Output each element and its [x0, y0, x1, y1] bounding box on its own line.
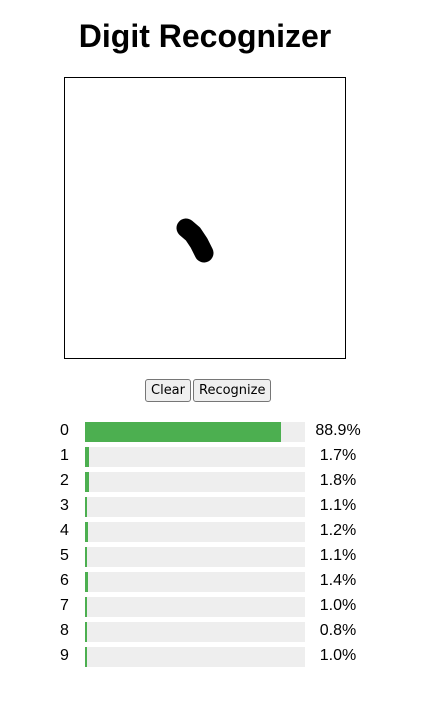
digit-label: 4	[60, 522, 69, 539]
probability-bar-fill	[85, 422, 281, 442]
probability-bar-track	[85, 522, 305, 542]
prediction-row-5: 5 1.1%	[0, 545, 421, 570]
digit-label: 6	[60, 572, 69, 589]
probability-bar-fill	[85, 572, 89, 592]
prediction-row-4: 4 1.2%	[0, 520, 421, 545]
digit-label: 3	[60, 497, 69, 514]
probability-bar-track	[85, 622, 305, 642]
digit-label: 8	[60, 622, 69, 639]
probability-percent: 1.2%	[319, 522, 357, 539]
probability-bar-track	[85, 447, 305, 467]
prediction-row-8: 8 0.8%	[0, 620, 421, 645]
probability-percent: 1.0%	[319, 597, 357, 614]
prediction-row-3: 3 1.1%	[0, 495, 421, 520]
prediction-row-2: 2 1.8%	[0, 470, 421, 495]
probability-percent: 1.1%	[319, 547, 357, 564]
drawing-canvas[interactable]	[64, 77, 346, 359]
probability-percent: 1.1%	[319, 497, 357, 514]
probability-bar-track	[85, 597, 305, 617]
action-buttons: Clear Recognize	[145, 379, 272, 402]
probability-bar-fill	[85, 472, 89, 492]
probability-percent: 1.7%	[319, 447, 357, 464]
probability-percent: 0.8%	[319, 622, 357, 639]
page-title: Digit Recognizer	[78, 18, 332, 54]
prediction-row-6: 6 1.4%	[0, 570, 421, 595]
recognize-button[interactable]: Recognize	[193, 379, 272, 402]
prediction-row-0: 0 88.9%	[0, 420, 421, 445]
probability-percent: 1.8%	[319, 472, 357, 489]
probability-percent: 88.9%	[315, 422, 361, 439]
probability-bar-fill	[85, 447, 89, 467]
prediction-results: 0 88.9% 1 1.7% 2 1.8% 3 1.1% 4 1.2% 5 1.…	[0, 420, 421, 670]
probability-bar-track	[85, 547, 305, 567]
probability-bar-fill	[85, 547, 88, 567]
probability-bar-fill	[85, 647, 88, 667]
probability-bar-track	[85, 422, 305, 442]
probability-bar-fill	[85, 497, 88, 517]
prediction-row-7: 7 1.0%	[0, 595, 421, 620]
probability-bar-track	[85, 497, 305, 517]
prediction-row-1: 1 1.7%	[0, 445, 421, 470]
probability-percent: 1.0%	[319, 647, 357, 664]
probability-bar-track	[85, 472, 305, 492]
digit-label: 5	[60, 547, 69, 564]
digit-label: 7	[60, 597, 69, 614]
probability-percent: 1.4%	[319, 572, 357, 589]
probability-bar-fill	[85, 622, 87, 642]
drawn-stroke	[176, 218, 214, 263]
probability-bar-fill	[85, 597, 88, 617]
prediction-row-9: 9 1.0%	[0, 645, 421, 670]
clear-button[interactable]: Clear	[145, 379, 191, 402]
digit-label: 9	[60, 647, 69, 664]
probability-bar-track	[85, 572, 305, 592]
digit-label: 1	[60, 447, 69, 464]
probability-bar-fill	[85, 522, 88, 542]
digit-label: 2	[60, 472, 69, 489]
probability-bar-track	[85, 647, 305, 667]
digit-label: 0	[60, 422, 69, 439]
